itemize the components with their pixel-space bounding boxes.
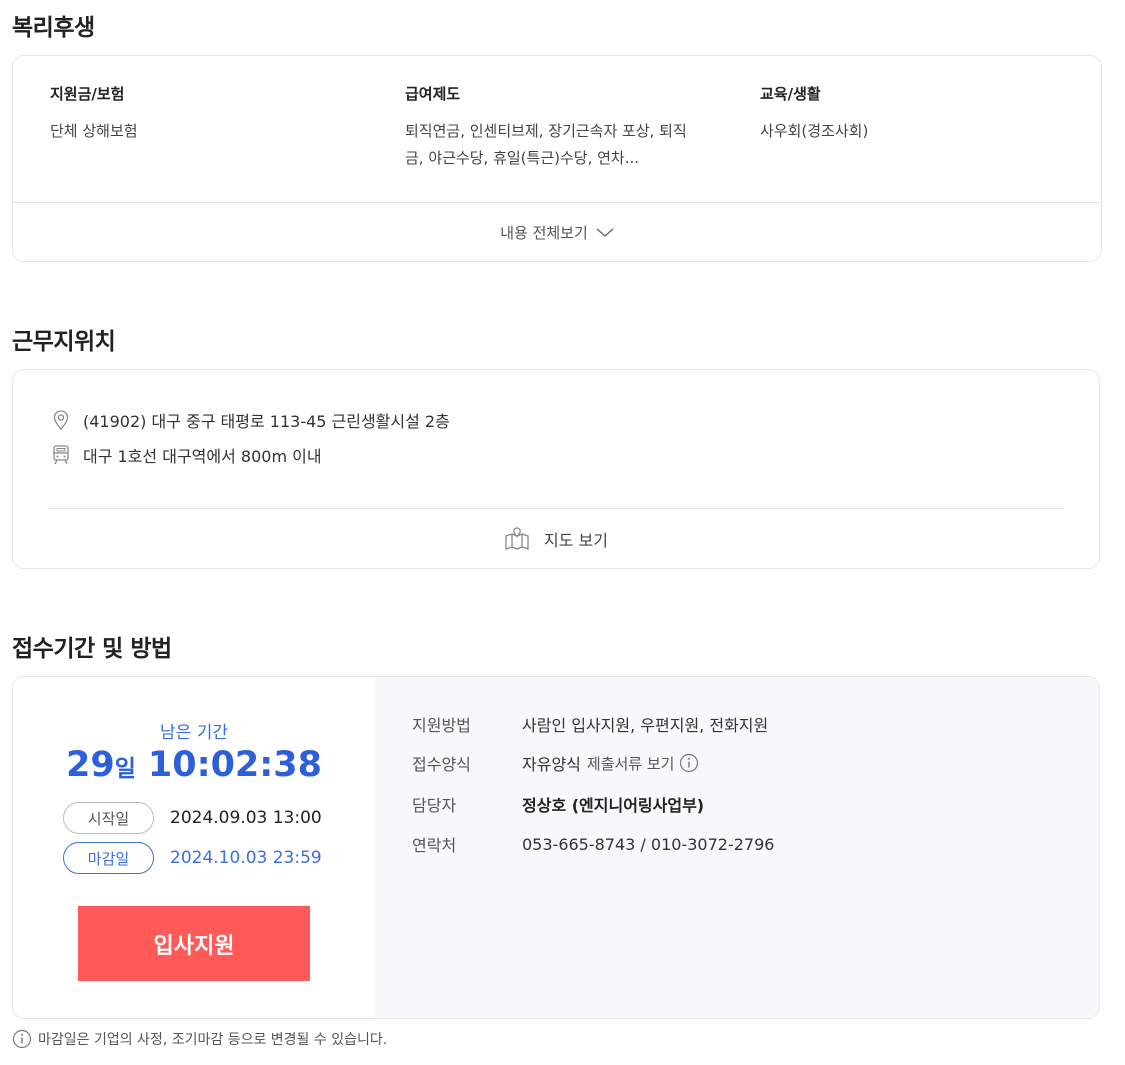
benefit-desc-line: 퇴직연금, 인센티브제, 장기근속자 포상, 퇴직 xyxy=(405,122,687,140)
start-date-row: 시작일 2024.09.03 13:00 xyxy=(63,802,322,834)
chevron-down-icon xyxy=(596,227,614,237)
view-documents-link[interactable]: 제출서류 보기 xyxy=(587,753,700,774)
expand-all-label: 내용 전체보기 xyxy=(500,224,588,242)
apply-period-panel: 남은 기간 29일 10:02:38 시작일 2024.09.03 13:00 마… xyxy=(13,677,375,1018)
benefit-col-salary: 급여제도 퇴직연금, 인센티브제, 장기근속자 포상, 퇴직 금, 야근수당, … xyxy=(405,83,715,172)
start-date-badge: 시작일 xyxy=(63,802,154,834)
benefit-col-education: 교육/생활 사우회(경조사회) xyxy=(760,83,1070,145)
train-icon xyxy=(51,445,71,465)
info-label: 연락처 xyxy=(412,836,457,855)
view-documents-label: 제출서류 보기 xyxy=(586,754,675,773)
info-label: 담당자 xyxy=(412,796,457,815)
view-map-label: 지도 보기 xyxy=(544,531,608,550)
info-icon xyxy=(680,753,699,773)
end-date-value: 2024.10.03 23:59 xyxy=(170,848,322,868)
benefit-title: 교육/생활 xyxy=(760,85,821,103)
info-row-method: 지원방법 사람인 입사지원, 우편지원, 전화지원 xyxy=(412,712,768,736)
end-date-badge: 마감일 xyxy=(63,842,154,874)
expand-all-button[interactable]: 내용 전체보기 xyxy=(13,203,1101,261)
benefit-desc-line: 금, 야근수당, 휴일(특근)수당, 연차... xyxy=(405,149,640,167)
divider xyxy=(49,508,1063,509)
address-text: (41902) 대구 중구 태평로 113-45 근린생활시설 2층 xyxy=(83,412,450,431)
info-label: 지원방법 xyxy=(412,716,471,735)
location-section-title: 근무지위치 xyxy=(12,329,116,355)
subway-row: 대구 1호선 대구역에서 800m 이내 xyxy=(51,443,322,467)
benefit-title: 급여제도 xyxy=(405,85,461,103)
info-row-form: 접수양식 자유양식 제출서류 보기 xyxy=(412,751,699,775)
remaining-clock: 10:02:38 xyxy=(147,745,322,785)
benefit-desc-line: 단체 상해보험 xyxy=(50,122,138,140)
benefit-title: 지원금/보험 xyxy=(50,85,125,103)
benefit-desc-line: 사우회(경조사회) xyxy=(760,122,869,140)
view-map-button[interactable]: 지도 보기 xyxy=(13,510,1099,568)
start-date-value: 2024.09.03 13:00 xyxy=(170,808,322,828)
location-pin-icon xyxy=(51,410,71,430)
info-value: 정상호 (엔지니어링사업부) xyxy=(522,796,705,815)
info-row-contact: 연락처 053-665-8743 / 010-3072-2796 xyxy=(412,832,774,856)
subway-text: 대구 1호선 대구역에서 800m 이내 xyxy=(83,447,322,466)
apply-button[interactable]: 입사지원 xyxy=(78,906,310,981)
map-icon xyxy=(505,527,529,550)
info-icon xyxy=(12,1029,32,1049)
remaining-days-unit: 일 xyxy=(114,756,136,782)
info-row-manager: 담당자 정상호 (엔지니어링사업부) xyxy=(412,792,704,816)
info-value: 사람인 입사지원, 우편지원, 전화지원 xyxy=(522,716,769,735)
info-value: 053-665-8743 / 010-3072-2796 xyxy=(522,834,775,854)
deadline-notice-text: 마감일은 기업의 사정, 조기마감 등으로 변경될 수 있습니다. xyxy=(38,1032,388,1048)
welfare-section-title: 복리후생 xyxy=(12,15,95,41)
remaining-label: 남은 기간 xyxy=(160,723,228,743)
remaining-days: 29 xyxy=(65,745,115,785)
apply-method-panel: 지원방법 사람인 입사지원, 우편지원, 전화지원 접수양식 자유양식 제출서류… xyxy=(375,677,1099,1018)
welfare-card: 지원금/보험 단체 상해보험 급여제도 퇴직연금, 인센티브제, 장기근속자 포… xyxy=(12,55,1102,262)
end-date-row: 마감일 2024.10.03 23:59 xyxy=(63,842,322,874)
address-row: (41902) 대구 중구 태평로 113-45 근린생활시설 2층 xyxy=(51,408,450,432)
benefit-col-support: 지원금/보험 단체 상해보험 xyxy=(50,83,360,145)
location-card: (41902) 대구 중구 태평로 113-45 근린생활시설 2층 대구 1호… xyxy=(12,369,1100,569)
deadline-notice: 마감일은 기업의 사정, 조기마감 등으로 변경될 수 있습니다. xyxy=(12,1029,387,1049)
info-label: 접수양식 xyxy=(412,755,471,774)
info-value: 자유양식 xyxy=(522,755,581,774)
apply-section-title: 접수기간 및 방법 xyxy=(12,636,172,662)
apply-card: 남은 기간 29일 10:02:38 시작일 2024.09.03 13:00 마… xyxy=(12,676,1100,1019)
remaining-time: 29일 10:02:38 xyxy=(13,745,375,785)
